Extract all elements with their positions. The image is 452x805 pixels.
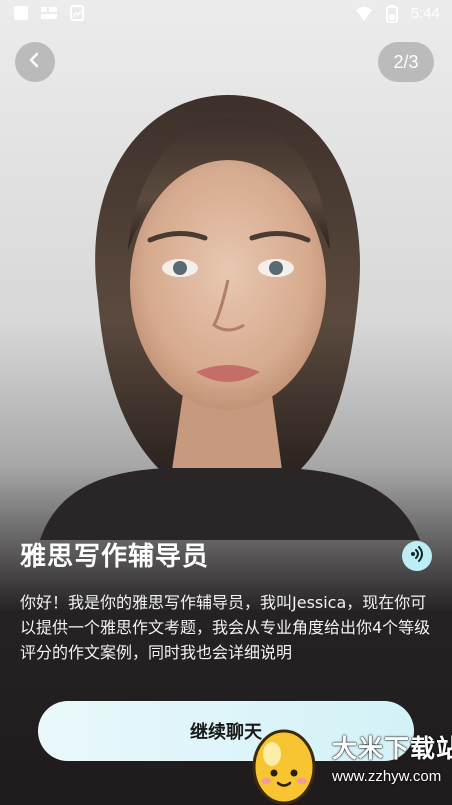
watermark-brand: 大米下载站 xyxy=(332,734,452,763)
screen: 5:44 2/3 雅思写作辅导员 你好！我是你的雅思写作辅导员，我叫Jessic… xyxy=(0,0,452,805)
status-right-icons: 5:44 xyxy=(355,4,440,23)
speaker-icon xyxy=(408,545,426,567)
square-icon xyxy=(12,5,30,21)
page-indicator: 2/3 xyxy=(378,42,434,82)
mascot-logo-icon xyxy=(252,729,316,805)
status-bar: 5:44 xyxy=(0,0,452,28)
battery-icon xyxy=(383,4,401,23)
watermark: 大米下载站 www.zzhyw.com xyxy=(230,719,452,805)
assistant-description: 你好！我是你的雅思写作辅导员，我叫Jessica，现在你可以提供一个雅思作文考题… xyxy=(20,593,431,662)
assistant-portrait xyxy=(0,0,452,540)
back-button[interactable] xyxy=(15,42,55,82)
tile-icon xyxy=(40,5,58,21)
status-left-icons xyxy=(12,5,86,21)
wifi-icon xyxy=(355,6,373,22)
portrait-illustration xyxy=(40,95,420,540)
status-time: 5:44 xyxy=(410,5,440,22)
watermark-url: www.zzhyw.com xyxy=(332,768,442,785)
chevron-left-icon xyxy=(27,52,43,72)
photo-icon xyxy=(68,5,86,21)
audio-button[interactable] xyxy=(402,541,432,571)
assistant-title: 雅思写作辅导员 xyxy=(20,542,210,572)
